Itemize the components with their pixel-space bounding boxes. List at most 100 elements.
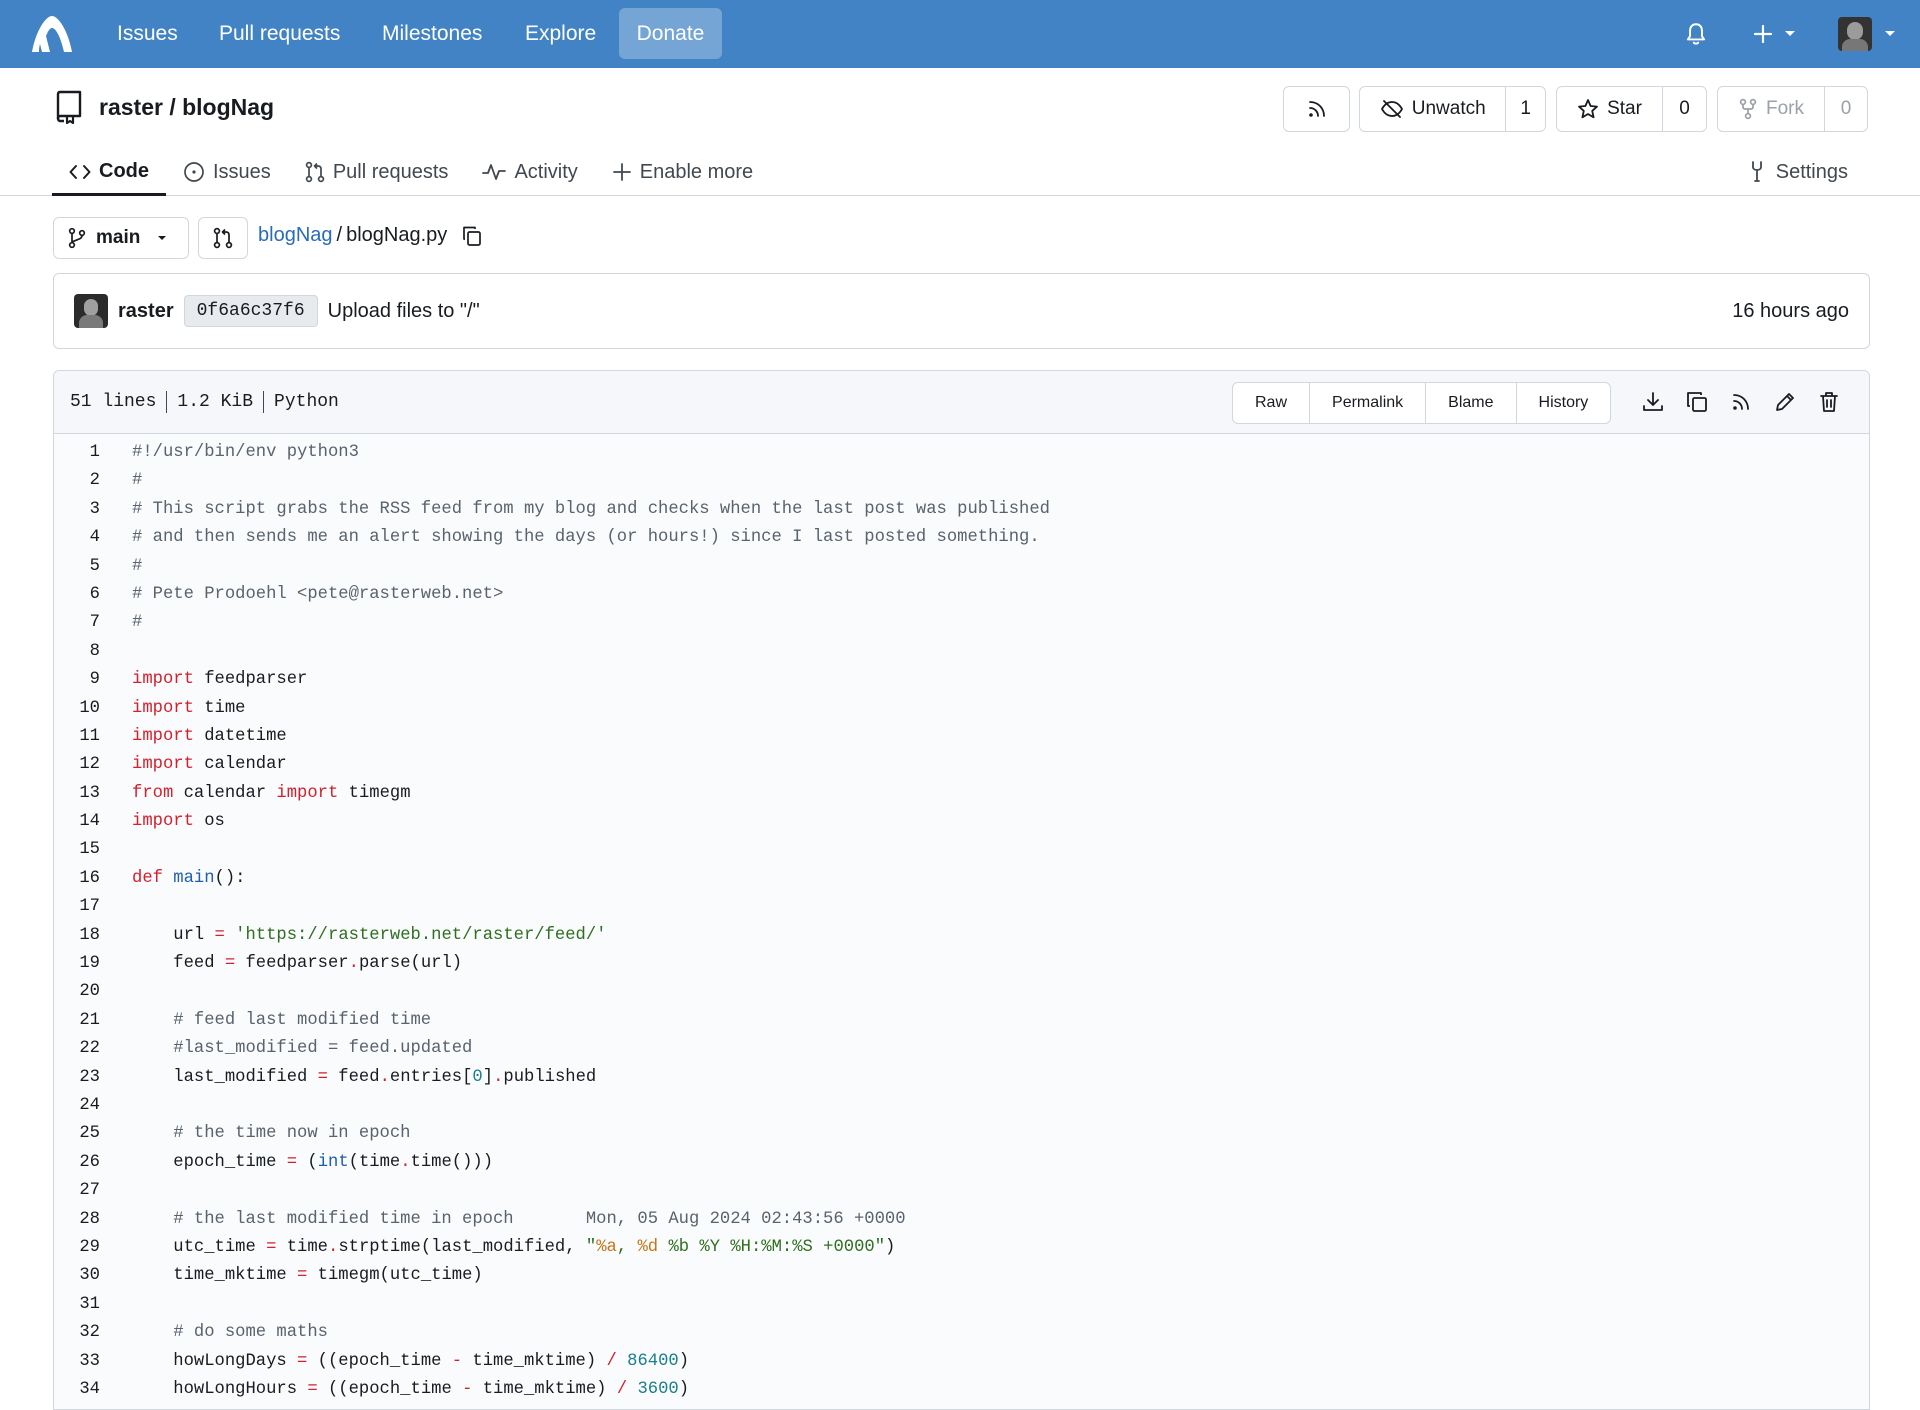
unwatch-button[interactable]: Unwatch [1360,87,1505,131]
code-token: time_mktime [132,1266,298,1286]
forks-count[interactable]: 0 [1824,87,1867,131]
logo-icon [32,16,72,52]
copy-path-button[interactable] [461,225,483,247]
line-number[interactable]: 20 [54,978,100,1006]
line-number[interactable]: 12 [54,751,100,779]
notifications-button[interactable] [1683,0,1709,68]
line-number[interactable]: 34 [54,1376,100,1404]
history-button[interactable]: History [1515,383,1611,423]
fork-button[interactable]: Fork [1718,87,1824,131]
line-number[interactable]: 24 [54,1092,100,1120]
repo-title[interactable]: raster / blogNag [99,94,274,121]
line-content: epoch_time = (int(time.time())) [100,1149,493,1177]
nav-donate-button[interactable]: Donate [619,8,722,59]
code-token: = [224,954,236,974]
compare-button[interactable] [198,217,248,259]
line-number[interactable]: 5 [54,553,100,581]
breadcrumb-repo-link[interactable]: blogNag [258,224,333,247]
line-number[interactable]: 2 [54,467,100,495]
line-number[interactable]: 11 [54,723,100,751]
code-token: ((epoch_time [317,1379,463,1399]
code-line: 11 import datetime [54,723,1869,751]
file-language: Python [274,392,339,412]
stars-count[interactable]: 0 [1662,87,1706,131]
line-number[interactable]: 31 [54,1291,100,1319]
nav-pull-requests[interactable]: Pull requests [219,0,340,68]
line-number[interactable]: 23 [54,1064,100,1092]
line-number[interactable]: 8 [54,638,100,666]
code-token: time_mktime) [462,1351,607,1371]
line-number[interactable]: 15 [54,836,100,864]
line-number[interactable]: 16 [54,865,100,893]
tab-issues[interactable]: Issues [166,150,288,194]
avatar[interactable] [74,294,108,328]
commit-author[interactable]: raster [118,300,174,323]
watchers-count[interactable]: 1 [1505,87,1545,131]
code-token: 'https://rasterweb.net/raster/feed/' [235,925,607,945]
line-number[interactable]: 18 [54,922,100,950]
copy-content-button[interactable] [1684,389,1710,415]
line-number[interactable]: 17 [54,893,100,921]
branch-icon [68,227,86,249]
commit-message[interactable]: Upload files to "/" [328,300,480,323]
line-number[interactable]: 30 [54,1262,100,1290]
nav-issues[interactable]: Issues [117,0,178,68]
tab-code[interactable]: Code [52,150,166,196]
user-menu-dropdown[interactable] [1838,0,1896,68]
line-number[interactable]: 6 [54,581,100,609]
star-button[interactable]: Star [1557,87,1662,131]
line-number[interactable]: 10 [54,695,100,723]
fork-icon [1739,98,1757,120]
code-line: 24 [54,1092,1869,1120]
branch-selector[interactable]: main [53,217,189,259]
line-number[interactable]: 32 [54,1319,100,1347]
code-token: ) [678,1379,690,1399]
delete-file-button[interactable] [1816,389,1842,415]
tab-activity[interactable]: Activity [465,150,594,194]
rss-file-button[interactable] [1728,389,1754,415]
commit-sha[interactable]: 0f6a6c37f6 [183,295,318,327]
create-new-dropdown[interactable] [1752,0,1796,68]
nav-milestones[interactable]: Milestones [382,0,482,68]
code-token: last_modified [132,1067,318,1087]
line-number[interactable]: 21 [54,1007,100,1035]
permalink-button[interactable]: Permalink [1309,383,1425,423]
line-number[interactable]: 33 [54,1348,100,1376]
watch-button-group: Unwatch 1 [1359,86,1546,132]
line-number[interactable]: 4 [54,524,100,552]
line-content [100,893,132,921]
line-number[interactable]: 9 [54,666,100,694]
line-content: # do some maths [100,1319,328,1347]
line-number[interactable]: 25 [54,1120,100,1148]
line-number[interactable]: 19 [54,950,100,978]
line-number[interactable]: 14 [54,808,100,836]
edit-file-button[interactable] [1772,389,1798,415]
code-token: time [276,1237,328,1257]
line-number[interactable]: 22 [54,1035,100,1063]
line-number[interactable]: 13 [54,780,100,808]
line-number[interactable]: 1 [54,439,100,467]
line-content: # This script grabs the RSS feed from my… [100,496,1050,524]
nav-explore[interactable]: Explore [525,0,596,68]
raw-button[interactable]: Raw [1233,383,1309,423]
line-number[interactable]: 26 [54,1149,100,1177]
line-number[interactable]: 27 [54,1177,100,1205]
download-icon [1643,392,1663,411]
site-logo[interactable] [28,12,76,56]
tab-pull-requests[interactable]: Pull requests [288,150,466,194]
line-number[interactable]: 7 [54,609,100,637]
download-button[interactable] [1640,389,1666,415]
code-line: 20 [54,978,1869,1006]
line-number[interactable]: 29 [54,1234,100,1262]
code-token: %b %Y %H:%M:%S +0000" [658,1237,886,1257]
blame-button[interactable]: Blame [1425,383,1515,423]
code-token: import [132,812,194,832]
repo-full-name[interactable]: raster / blogNag [99,94,274,120]
line-number[interactable]: 3 [54,496,100,524]
rss-button-inner[interactable] [1284,87,1349,131]
tab-settings[interactable]: Settings [1746,150,1848,194]
rss-feed-button[interactable] [1283,86,1350,132]
breadcrumb-separator: / [336,224,343,246]
tab-enable-more[interactable]: Enable more [595,150,770,194]
line-number[interactable]: 28 [54,1206,100,1234]
